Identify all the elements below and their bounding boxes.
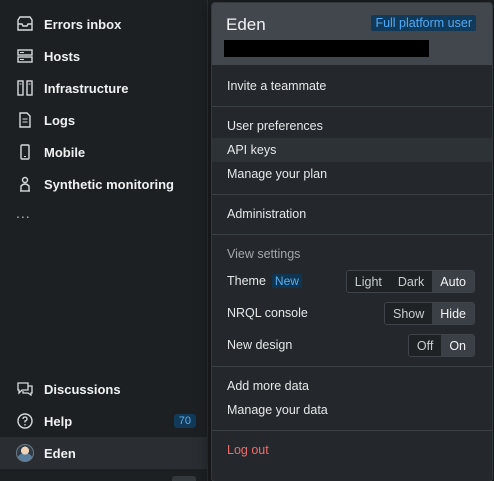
sidebar-item-discussions[interactable]: Discussions <box>0 373 208 405</box>
sidebar: Errors inbox Hosts Infrastructure Logs M… <box>0 0 208 481</box>
invite-teammate-item[interactable]: Invite a teammate <box>212 74 492 98</box>
theme-auto-option[interactable]: Auto <box>432 271 474 292</box>
sidebar-item-label: Eden <box>44 445 76 461</box>
robot-icon <box>16 175 34 193</box>
sidebar-item-label: Synthetic monitoring <box>44 176 174 192</box>
view-settings-heading: View settings <box>227 247 301 261</box>
nrql-console-toggle: Show Hide <box>384 302 475 325</box>
sidebar-item-label: Mobile <box>44 144 86 160</box>
more-items-icon[interactable]: ... <box>16 205 31 221</box>
sidebar-item-help[interactable]: Help 70 <box>0 405 208 437</box>
sidebar-item-label: Discussions <box>44 381 121 397</box>
nrql-show-option[interactable]: Show <box>385 303 432 324</box>
sidebar-item-synthetic-monitoring[interactable]: Synthetic monitoring <box>0 168 208 200</box>
log-out-item[interactable]: Log out <box>212 438 492 462</box>
nrql-hide-option[interactable]: Hide <box>432 303 474 324</box>
theme-toggle: Light Dark Auto <box>345 270 475 293</box>
divider <box>212 194 492 195</box>
sidebar-item-logs[interactable]: Logs <box>0 104 208 136</box>
inbox-icon <box>16 15 34 33</box>
theme-dark-option[interactable]: Dark <box>390 271 432 292</box>
help-count-badge: 70 <box>173 414 196 428</box>
sidebar-item-label: Errors inbox <box>44 16 122 32</box>
infrastructure-icon <box>16 79 34 97</box>
sidebar-item-infrastructure[interactable]: Infrastructure <box>0 72 208 104</box>
sidebar-item-user[interactable]: Eden <box>0 437 208 469</box>
theme-light-option[interactable]: Light <box>347 271 390 292</box>
chat-icon <box>16 380 34 398</box>
nrql-console-label: NRQL console <box>227 306 308 320</box>
user-name: Eden <box>226 15 266 34</box>
new-design-on-option[interactable]: On <box>441 335 474 356</box>
mobile-icon <box>16 143 34 161</box>
theme-label: Theme <box>227 274 266 288</box>
new-design-label: New design <box>227 338 293 352</box>
server-icon <box>16 47 34 65</box>
new-badge: New <box>271 274 302 288</box>
add-more-data-item[interactable]: Add more data <box>212 374 492 398</box>
divider <box>212 366 492 367</box>
collapse-handle[interactable] <box>172 476 196 481</box>
sidebar-item-label: Logs <box>44 112 76 128</box>
theme-setting: Theme New <box>227 274 302 288</box>
role-badge: Full platform user <box>371 15 476 31</box>
divider <box>212 234 492 235</box>
avatar <box>16 444 34 462</box>
sidebar-item-label: Hosts <box>44 48 81 64</box>
user-preferences-item[interactable]: User preferences <box>212 114 492 138</box>
sidebar-item-errors-inbox[interactable]: Errors inbox <box>0 8 208 40</box>
divider <box>212 106 492 107</box>
new-design-toggle: Off On <box>407 334 475 357</box>
divider <box>212 430 492 431</box>
sidebar-item-label: Infrastructure <box>44 80 129 96</box>
document-icon <box>16 111 34 129</box>
manage-plan-item[interactable]: Manage your plan <box>212 162 492 186</box>
sidebar-item-hosts[interactable]: Hosts <box>0 40 208 72</box>
account-menu: Eden Full platform user Invite a teammat… <box>211 2 493 481</box>
sidebar-item-mobile[interactable]: Mobile <box>0 136 208 168</box>
new-design-off-option[interactable]: Off <box>409 335 441 356</box>
api-keys-item[interactable]: API keys <box>212 138 492 162</box>
help-icon <box>16 412 34 430</box>
sidebar-item-label: Help <box>44 413 73 429</box>
account-header: Eden Full platform user <box>212 3 492 65</box>
administration-item[interactable]: Administration <box>212 202 492 226</box>
redacted-email <box>224 40 429 57</box>
manage-data-item[interactable]: Manage your data <box>212 398 492 422</box>
